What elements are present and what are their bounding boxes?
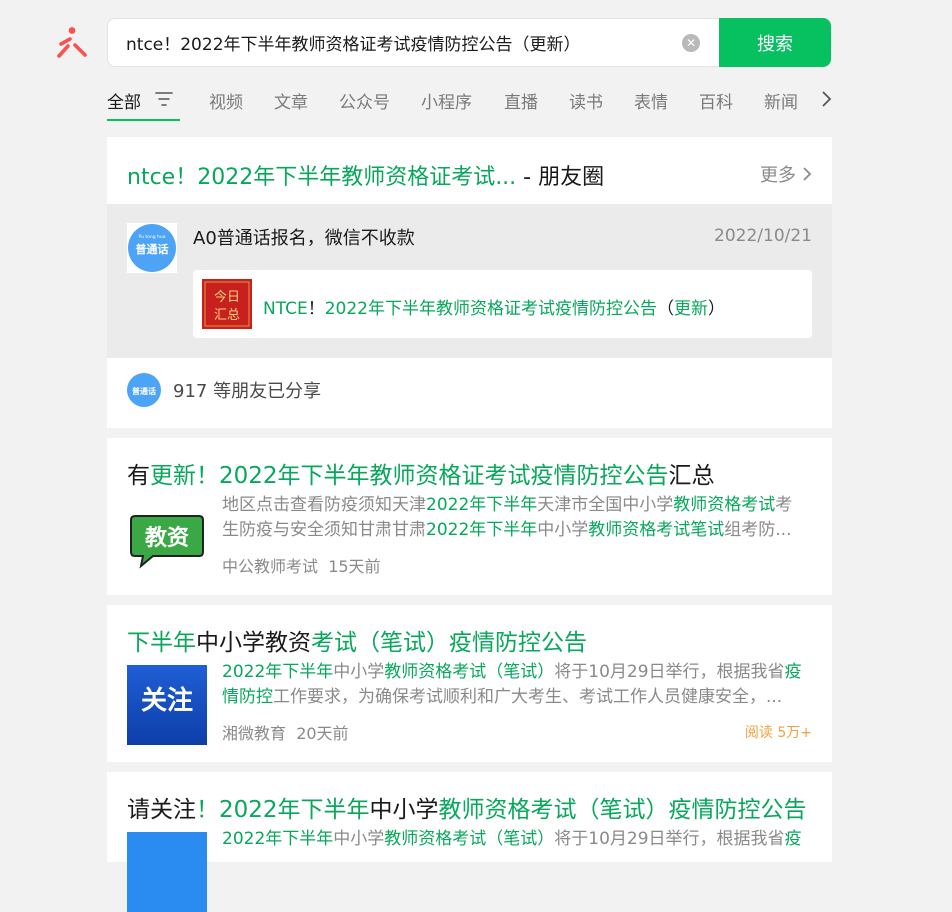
search-input[interactable] — [126, 19, 686, 66]
search-logo-icon — [57, 27, 87, 58]
moments-more-link[interactable]: 更多 — [760, 161, 812, 187]
read-count: 阅读 5万+ — [744, 725, 812, 741]
svg-text:Pu tong hua: Pu tong hua — [138, 234, 165, 240]
search-result[interactable]: 请关注！2022年下半年中小学教师资格考试（笔试）疫情防控公告 2022年下半年… — [107, 772, 832, 912]
result-title[interactable]: 下半年中小学教资考试（笔试）疫情防控公告 — [127, 623, 587, 657]
moments-title[interactable]: ntce！2022年下半年教师资格证考试... - 朋友圈 — [127, 159, 604, 191]
result-meta: 湘微教育 20天前 — [222, 724, 349, 743]
result-meta: 中公教师考试 15天前 — [222, 557, 381, 576]
result-snippet: 2022年下半年中小学教师资格考试（笔试）将于10月29日举行，根据我省疫 情防… — [222, 662, 802, 707]
tab-official-account[interactable]: 公众号 — [339, 88, 390, 113]
tab-live[interactable]: 直播 — [504, 88, 538, 113]
close-icon: ✕ — [685, 36, 697, 50]
filter-icon[interactable] — [155, 91, 173, 107]
shared-article-link[interactable]: 今日 汇总 NTCE！2022年下半年教师资格证考试疫情防控公告（更新） — [193, 270, 812, 338]
svg-text:教资: 教资 — [145, 525, 189, 551]
clear-search-button[interactable]: ✕ — [682, 34, 700, 52]
tab-mini-program[interactable]: 小程序 — [421, 88, 472, 113]
result-snippet: 地区点击查看防疫须知天津2022年下半年天津市全国中小学教师资格考试考 生防疫与… — [222, 495, 793, 540]
tab-news[interactable]: 新闻 — [764, 88, 798, 113]
svg-text:普通话: 普通话 — [132, 386, 156, 396]
tab-encyclopedia[interactable]: 百科 — [699, 88, 733, 113]
tab-stickers[interactable]: 表情 — [634, 88, 668, 113]
tab-video[interactable]: 视频 — [209, 88, 243, 113]
tab-books[interactable]: 读书 — [569, 88, 603, 113]
article-thumbnail: 今日 汇总 — [202, 279, 252, 329]
chevron-right-icon[interactable] — [819, 90, 833, 108]
result-title[interactable]: 有更新！2022年下半年教师资格证考试疫情防控公告汇总 — [127, 456, 715, 490]
result-thumbnail — [127, 832, 207, 912]
result-title[interactable]: 请关注！2022年下半年中小学教师资格考试（笔试）疫情防控公告 — [127, 790, 807, 824]
moments-post[interactable]: Pu tong hua 普通话 A0普通话报名，微信不收款 2022/10/21… — [107, 204, 832, 358]
avatar: Pu tong hua 普通话 — [127, 223, 177, 273]
result-snippet: 2022年下半年中小学教师资格考试（笔试）将于10月29日举行，根据我省疫 — [222, 829, 802, 849]
svg-text:普通话: 普通话 — [136, 242, 169, 256]
svg-text:汇总: 汇总 — [214, 308, 240, 323]
filter-tabs: 全部 视频 文章 公众号 小程序 直播 读书 表情 百科 新闻 — [107, 86, 837, 122]
search-result[interactable]: 下半年中小学教资考试（笔试）疫情防控公告 关注 2022年下半年中小学教师资格考… — [107, 605, 832, 762]
share-summary[interactable]: 普通话 917 等朋友已分享 — [127, 373, 321, 407]
search-bar: ✕ 搜索 — [107, 18, 831, 67]
chevron-right-icon — [803, 167, 812, 181]
shared-article-title: NTCE！2022年下半年教师资格证考试疫情防控公告（更新） — [263, 299, 725, 319]
result-thumbnail: 教资 — [127, 498, 207, 578]
avatar: 普通话 — [127, 373, 161, 407]
svg-text:关注: 关注 — [141, 685, 193, 716]
moments-card: ntce！2022年下半年教师资格证考试... - 朋友圈 更多 Pu tong… — [107, 137, 832, 428]
tab-article[interactable]: 文章 — [274, 88, 308, 113]
search-result[interactable]: 有更新！2022年下半年教师资格证考试疫情防控公告汇总 教资 地区点击查看防疫须… — [107, 438, 832, 595]
active-tab-indicator — [107, 119, 180, 121]
svg-text:今日: 今日 — [214, 289, 240, 305]
post-author-text: A0普通话报名，微信不收款 — [193, 228, 415, 249]
tab-all[interactable]: 全部 — [107, 88, 141, 113]
search-button[interactable]: 搜索 — [719, 18, 831, 67]
post-date: 2022/10/21 — [714, 226, 812, 246]
result-thumbnail: 关注 — [127, 665, 207, 745]
